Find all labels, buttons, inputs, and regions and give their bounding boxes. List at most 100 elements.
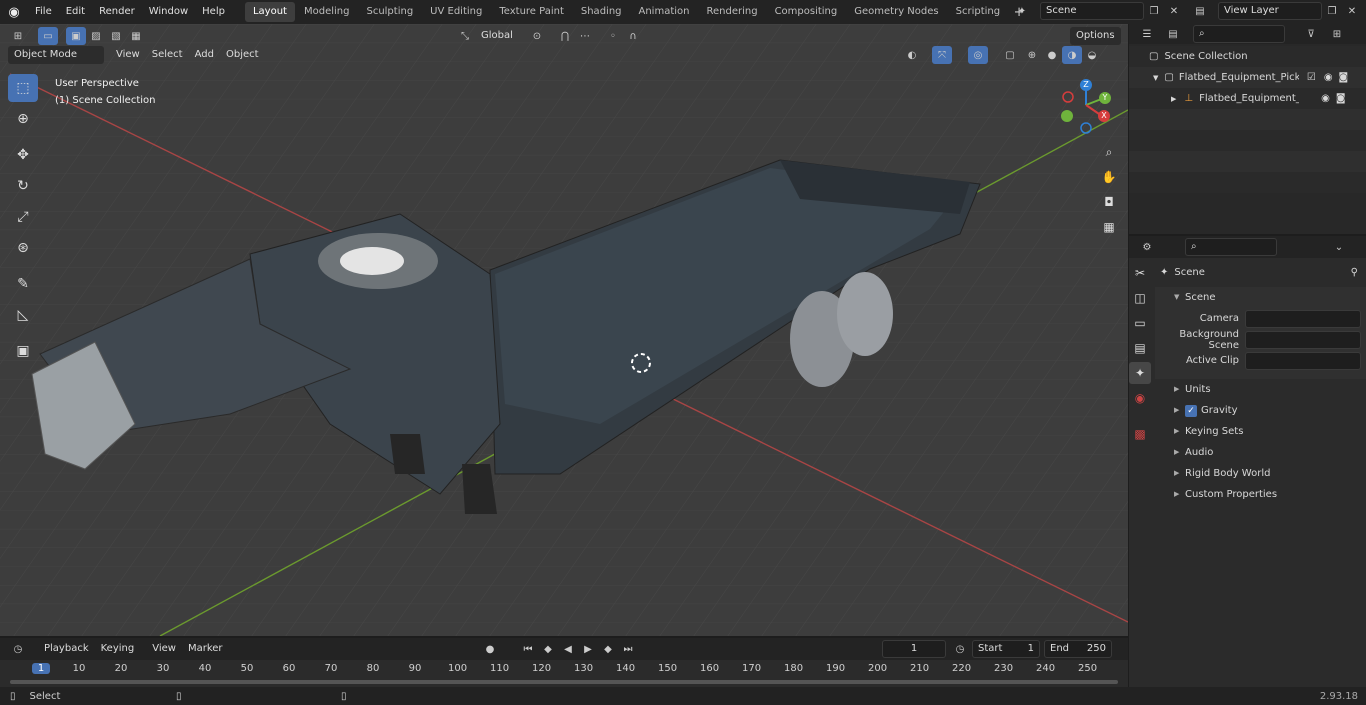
timeline-scrollbar[interactable] <box>10 680 1118 684</box>
tool-tab-icon[interactable]: ✂ <box>1129 262 1151 284</box>
timeline-view-menu[interactable]: View <box>146 640 182 658</box>
background-scene-field[interactable] <box>1245 330 1361 349</box>
camera-view-icon[interactable]: ◘ <box>1098 191 1120 213</box>
menu-window[interactable]: Window <box>142 0 195 24</box>
collapse-arrow-icon[interactable]: ▼ <box>1174 293 1179 301</box>
menu-help[interactable]: Help <box>195 0 232 24</box>
current-frame-marker[interactable]: 1 <box>32 663 50 674</box>
outliner-row-root[interactable]: ▢ Scene Collection <box>1129 46 1366 67</box>
output-tab-icon[interactable]: ▭ <box>1129 312 1151 334</box>
outliner-row-object[interactable]: ▶ ⊥ Flatbed_Equipment_Picki ◉ ◙ <box>1129 88 1366 109</box>
panel-units[interactable]: ▶ Units <box>1155 379 1366 400</box>
pivot-point-icon[interactable]: ⊙ <box>527 27 547 45</box>
tab-modeling[interactable]: Modeling <box>296 2 358 22</box>
delete-scene-icon[interactable]: ✕ <box>1164 2 1184 20</box>
shading-material-icon[interactable]: ◑ <box>1062 46 1082 64</box>
panel-keying-sets[interactable]: ▶ Keying Sets <box>1155 421 1366 442</box>
active-clip-field[interactable] <box>1245 351 1361 370</box>
tab-texture-paint[interactable]: Texture Paint <box>491 2 572 22</box>
jump-start-icon[interactable]: ⏮ <box>518 640 538 658</box>
3d-viewport[interactable]: ⊞ ▭ ▣ ▨ ▧ ▦ ⤡ Global ⊙ ⋂ ⋯ ◦ ∩ Options O… <box>0 24 1128 636</box>
expand-arrow-icon[interactable]: ▶ <box>1174 385 1179 393</box>
xray-icon[interactable]: ▢ <box>1000 46 1020 64</box>
keying-menu[interactable]: Keying <box>95 640 141 658</box>
display-mode-icon[interactable]: ▤ <box>1163 25 1183 43</box>
select-mode-subtract-icon[interactable]: ▧ <box>106 27 126 45</box>
new-scene-icon[interactable]: ❐ <box>1144 2 1164 20</box>
outliner-row-collection[interactable]: ▼ ▢ Flatbed_Equipment_Pickup_T ☑ ◉ ◙ <box>1129 67 1366 88</box>
menu-render[interactable]: Render <box>92 0 142 24</box>
tab-sculpting[interactable]: Sculpting <box>358 2 421 22</box>
rotate-tool-icon[interactable]: ↻ <box>8 172 38 200</box>
viewport-menu-object[interactable]: Object <box>220 46 265 64</box>
outliner-search-input[interactable]: ⌕ <box>1193 25 1285 43</box>
proportional-edit-icon[interactable]: ◦ <box>603 27 623 45</box>
scene-selector-icon[interactable]: ✦ <box>1012 2 1032 20</box>
properties-editor-icon[interactable]: ⚙ <box>1137 238 1157 256</box>
tab-animation[interactable]: Animation <box>631 2 698 22</box>
jump-end-icon[interactable]: ⏭ <box>618 640 638 658</box>
annotate-tool-icon[interactable]: ✎ <box>8 270 38 298</box>
start-frame-field[interactable]: Start 1 <box>972 640 1040 658</box>
filter-icon[interactable]: ⊽ <box>1301 25 1321 43</box>
eye-icon[interactable]: ◉ <box>1321 93 1330 104</box>
scale-tool-icon[interactable]: ⤢ <box>8 203 38 231</box>
navigation-gizmo[interactable]: Z Y X <box>1058 78 1116 136</box>
snap-target-icon[interactable]: ⋯ <box>575 27 595 45</box>
end-frame-field[interactable]: End 250 <box>1044 640 1112 658</box>
panel-audio[interactable]: ▶ Audio <box>1155 442 1366 463</box>
exclude-checkbox-icon[interactable]: ☑ <box>1307 72 1316 83</box>
viewport-menu-select[interactable]: Select <box>146 46 189 64</box>
shading-wireframe-icon[interactable]: ⊕ <box>1022 46 1042 64</box>
tab-uv-editing[interactable]: UV Editing <box>422 2 490 22</box>
shading-solid-icon[interactable]: ● <box>1042 46 1062 64</box>
gizmo-toggle-icon[interactable]: ⤧ <box>932 46 952 64</box>
expand-arrow-icon[interactable]: ▶ <box>1174 427 1179 435</box>
move-tool-icon[interactable]: ✥ <box>8 141 38 169</box>
tab-rendering[interactable]: Rendering <box>698 2 765 22</box>
expand-arrow-icon[interactable]: ▶ <box>1174 490 1179 498</box>
select-mode-new-icon[interactable]: ▣ <box>66 27 86 45</box>
ortho-grid-icon[interactable]: ▦ <box>1098 216 1120 238</box>
menu-file[interactable]: File <box>28 0 59 24</box>
camera-field[interactable] <box>1245 309 1361 328</box>
tab-shading[interactable]: Shading <box>573 2 630 22</box>
scene-name-field[interactable]: Scene <box>1040 2 1144 20</box>
camera-icon[interactable]: ◙ <box>1336 93 1346 104</box>
jump-keyframe-forward-icon[interactable]: ◆ <box>598 640 618 658</box>
tab-compositing[interactable]: Compositing <box>767 2 846 22</box>
pan-hand-icon[interactable]: ✋ <box>1098 166 1120 188</box>
cursor-tool-icon[interactable]: ⊕ <box>8 105 38 133</box>
marker-menu[interactable]: Marker <box>182 640 229 658</box>
play-reverse-icon[interactable]: ◀ <box>558 640 578 658</box>
mode-dropdown[interactable]: Object Mode <box>8 46 104 64</box>
panel-rigid-body-world[interactable]: ▶ Rigid Body World <box>1155 463 1366 484</box>
snap-icon[interactable]: ⋂ <box>555 27 575 45</box>
render-tab-icon[interactable]: ◫ <box>1129 287 1151 309</box>
menu-edit[interactable]: Edit <box>59 0 92 24</box>
visibility-icon[interactable]: ◐ <box>902 46 922 64</box>
blender-logo-icon[interactable]: ◉ <box>0 5 28 20</box>
select-mode-invert-icon[interactable]: ▦ <box>126 27 146 45</box>
gizmo-y-label[interactable]: Y <box>1099 92 1111 104</box>
measure-tool-icon[interactable]: ◺ <box>8 301 38 329</box>
viewport-menu-view[interactable]: View <box>110 46 146 64</box>
pin-icon[interactable]: ⚲ <box>1351 267 1358 278</box>
overlays-icon[interactable]: ◎ <box>968 46 988 64</box>
select-mode-extend-icon[interactable]: ▨ <box>86 27 106 45</box>
play-icon[interactable]: ▶ <box>578 640 598 658</box>
properties-search-input[interactable]: ⌕ <box>1185 238 1277 256</box>
expand-arrow-icon[interactable]: ▶ <box>1174 469 1179 477</box>
select-box-icon[interactable]: ▭ <box>38 27 58 45</box>
select-tool-icon[interactable]: ⬚ <box>8 74 38 102</box>
panel-gravity[interactable]: ▶ ✓ Gravity <box>1155 400 1366 421</box>
zoom-icon[interactable]: ⌕ <box>1098 141 1120 163</box>
outliner-editor-icon[interactable]: ☰ <box>1137 25 1157 43</box>
editor-type-icon[interactable]: ⊞ <box>8 27 28 45</box>
expand-arrow-icon[interactable]: ▼ <box>1153 74 1158 82</box>
gravity-checkbox[interactable]: ✓ <box>1185 404 1197 417</box>
playback-menu[interactable]: Playback <box>38 640 95 658</box>
frame-ruler[interactable]: 1 10 20 30 40 50 60 70 80 90 100 110 120 130 140 150 160… <box>0 662 1128 678</box>
record-icon[interactable]: ● <box>480 640 500 658</box>
panel-custom-properties[interactable]: ▶ Custom Properties <box>1155 484 1366 505</box>
